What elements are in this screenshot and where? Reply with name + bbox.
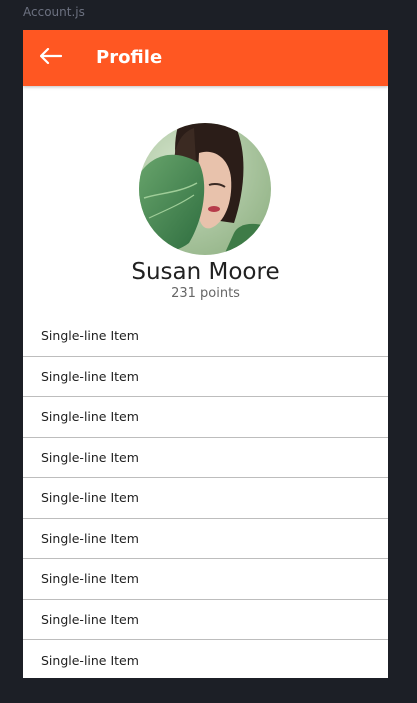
list-item[interactable]: Single-line Item bbox=[23, 478, 388, 519]
item-list: Single-line Item Single-line Item Single… bbox=[23, 316, 388, 678]
file-label: Account.js bbox=[23, 5, 85, 19]
list-item[interactable]: Single-line Item bbox=[23, 397, 388, 438]
list-item[interactable]: Single-line Item bbox=[23, 640, 388, 678]
profile-header: Susan Moore 231 points bbox=[23, 86, 388, 314]
arrow-left-icon bbox=[39, 47, 63, 69]
list-item[interactable]: Single-line Item bbox=[23, 600, 388, 640]
list-item[interactable]: Single-line Item bbox=[23, 519, 388, 559]
app-bar: Profile bbox=[23, 30, 388, 86]
page-title: Profile bbox=[96, 47, 163, 68]
profile-points: 231 points bbox=[171, 286, 240, 301]
list-item[interactable]: Single-line Item bbox=[23, 438, 388, 478]
back-button[interactable] bbox=[35, 42, 67, 74]
list-item[interactable]: Single-line Item bbox=[23, 357, 388, 397]
phone-frame: Profile Susan Moore 231 points Single-li… bbox=[23, 30, 388, 678]
list-item[interactable]: Single-line Item bbox=[23, 316, 388, 357]
profile-name: Susan Moore bbox=[131, 259, 280, 285]
list-item[interactable]: Single-line Item bbox=[23, 559, 388, 600]
avatar bbox=[139, 123, 271, 255]
